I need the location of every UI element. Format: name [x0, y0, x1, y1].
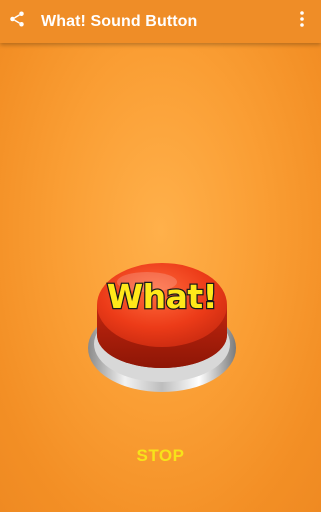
overflow-menu-button[interactable] — [291, 0, 313, 43]
button-graphic — [88, 263, 236, 392]
button-label: What! — [106, 276, 220, 318]
share-icon — [8, 10, 26, 33]
more-vert-icon — [299, 11, 305, 32]
app-title: What! Sound Button — [41, 12, 198, 30]
screen: What! Sound Button What! STOP — [0, 0, 321, 512]
stop-button[interactable]: STOP — [0, 446, 321, 466]
what-sound-button[interactable]: What! — [87, 250, 237, 400]
app-bar: What! Sound Button — [0, 0, 321, 43]
share-button[interactable] — [1, 0, 33, 43]
